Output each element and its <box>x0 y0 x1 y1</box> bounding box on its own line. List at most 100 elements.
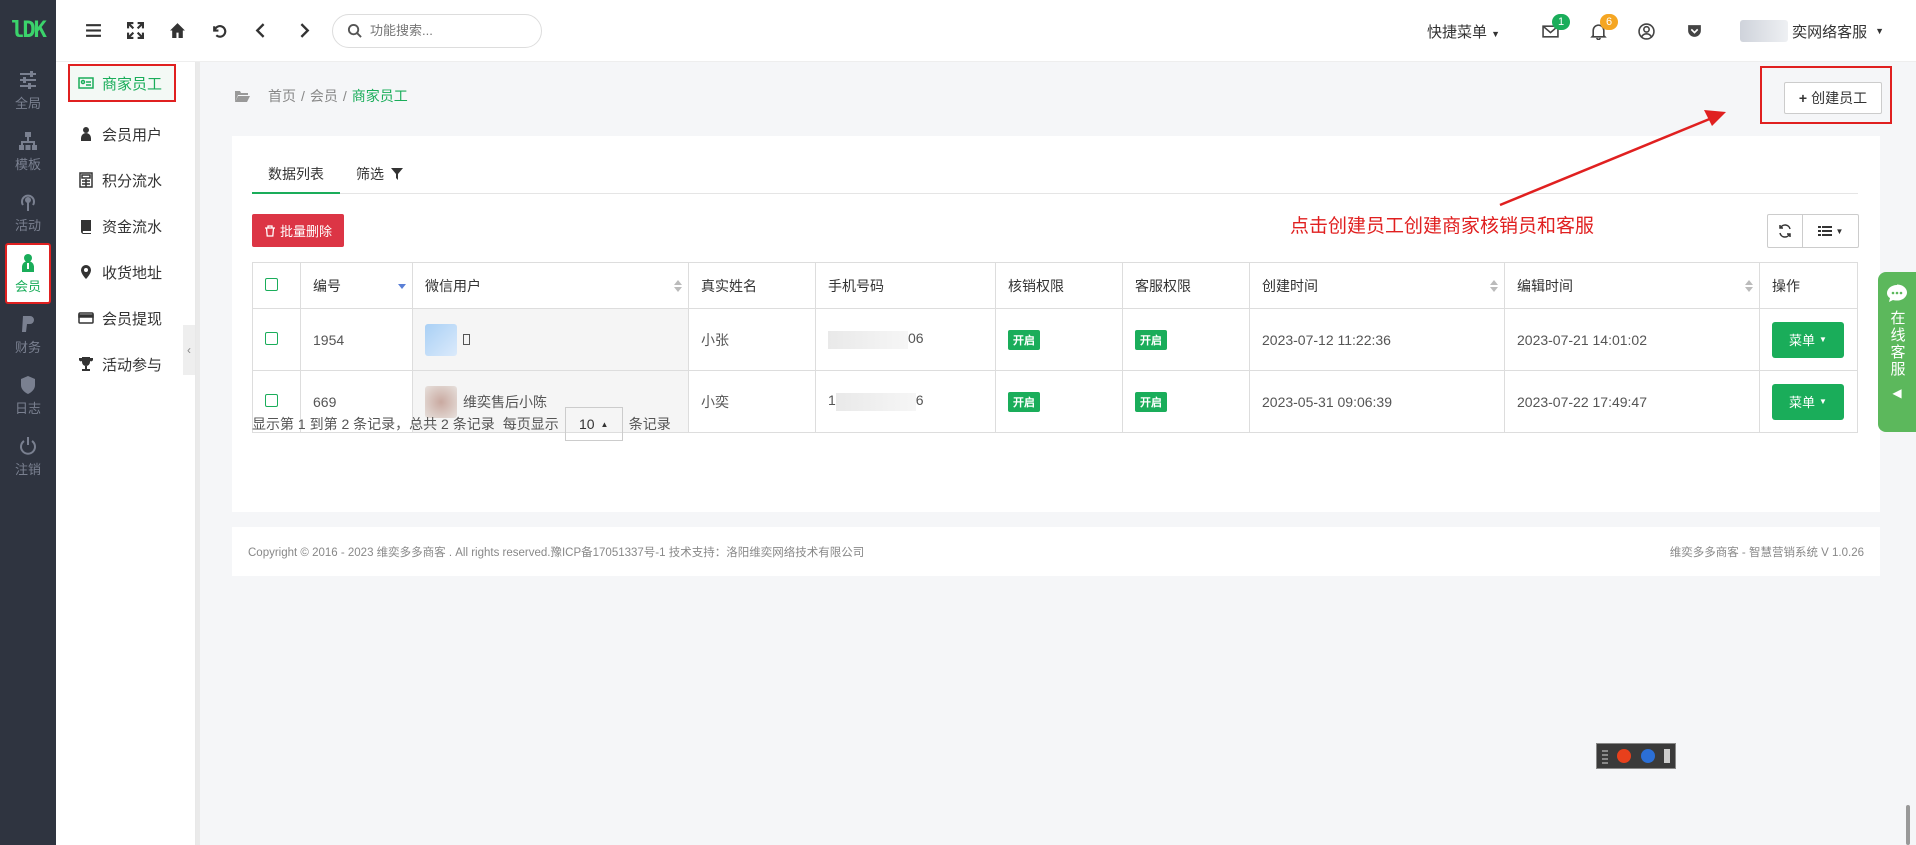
rail-item-global[interactable]: 全局 <box>0 60 56 121</box>
col-label: 手机号码 <box>828 277 884 294</box>
submenu-label: 商家员工 <box>102 75 163 93</box>
row-checkbox[interactable] <box>265 393 278 407</box>
submenu-item-activity-join[interactable]: 活动参与 <box>56 341 196 387</box>
pocket-button[interactable] <box>1670 10 1718 52</box>
rail-item-member[interactable]: 会员 <box>5 243 51 304</box>
submenu-item-fund-flow[interactable]: 资金流水 <box>56 203 196 249</box>
data-panel: 数据列表 筛选 批量删除 ▼ 编号 微信用户 真实姓名 手机号码 核销权限 客服… <box>232 136 1880 512</box>
ime-toolbar[interactable] <box>1596 743 1676 769</box>
notifications-button[interactable]: 6 <box>1574 10 1622 52</box>
annotation-text: 点击创建员工创建商家核销员和客服 <box>1290 216 1595 237</box>
online-service-tab[interactable]: 在线客服 ◀ <box>1878 272 1916 432</box>
breadcrumb-home[interactable]: 首页 <box>268 86 296 106</box>
row-menu-button[interactable]: 菜单 ▼ <box>1772 321 1844 358</box>
select-all-cell <box>252 262 301 309</box>
user-name: 奕网络客服 <box>1792 23 1868 41</box>
paypal-icon <box>22 315 34 332</box>
tab-filter[interactable]: 筛选 <box>340 154 419 194</box>
sort-desc-icon <box>398 284 406 289</box>
menu-toggle-button[interactable] <box>72 10 114 52</box>
submenu-item-withdraw[interactable]: 会员提现 <box>56 295 196 341</box>
tab-data-list[interactable]: 数据列表 <box>252 154 340 194</box>
create-staff-button[interactable]: + 创建员工 <box>1784 82 1882 114</box>
refresh-page-button[interactable] <box>198 10 240 52</box>
messages-button[interactable]: 1 <box>1526 10 1574 52</box>
expand-icon <box>126 22 144 39</box>
col-edited[interactable]: 编辑时间 <box>1504 262 1760 309</box>
cell-wechat <box>412 308 689 371</box>
fullscreen-button[interactable] <box>114 10 156 52</box>
missing-glyph-icon <box>463 334 470 345</box>
user-menu-dropdown[interactable]: 奕网络客服 ▼ <box>1740 20 1884 42</box>
sliders-icon <box>20 70 36 89</box>
breadcrumb-member[interactable]: 会员 <box>310 86 338 106</box>
col-label: 真实姓名 <box>701 277 757 294</box>
phone-head: 1 <box>828 392 836 409</box>
logo-text: lDK <box>11 17 47 43</box>
submenu-label: 收货地址 <box>102 264 163 282</box>
row-menu-button[interactable]: 菜单 ▼ <box>1772 383 1844 420</box>
rail-item-finance[interactable]: 财务 <box>0 304 56 365</box>
profile-button[interactable] <box>1622 10 1670 52</box>
cell-edited: 2023-07-22 17:49:47 <box>1504 370 1760 433</box>
col-label: 创建时间 <box>1262 277 1318 294</box>
col-label: 核销权限 <box>1008 277 1064 294</box>
breadcrumb-separator: / <box>342 88 347 104</box>
search-input[interactable] <box>370 23 520 38</box>
rail-item-template[interactable]: 模板 <box>0 121 56 182</box>
function-search[interactable] <box>332 13 542 48</box>
footer-version: 维奕多多商客 - 智慧营销系统 V 1.0.26 <box>1669 546 1864 559</box>
back-button[interactable] <box>240 10 282 52</box>
refresh-table-button[interactable] <box>1768 215 1802 247</box>
caret-left-icon: ◀ <box>1892 386 1902 400</box>
page-scrollbar[interactable] <box>1906 805 1910 845</box>
caret-down-icon: ▼ <box>1875 26 1884 36</box>
table-toolbar: ▼ <box>1767 214 1859 248</box>
rail-item-logout[interactable]: 注销 <box>0 426 56 487</box>
columns-toggle-button[interactable]: ▼ <box>1802 215 1858 247</box>
cell-phone: 06 <box>815 308 996 371</box>
chevron-left-icon <box>255 23 264 38</box>
sogou-icon <box>1617 749 1632 763</box>
status-badge: 开启 <box>1008 391 1040 412</box>
submenu-item-points-flow[interactable]: 积分流水 <box>56 157 196 203</box>
cell-actions: 菜单 ▼ <box>1759 370 1858 433</box>
grip-icon <box>1601 748 1608 764</box>
col-label: 编辑时间 <box>1517 277 1573 294</box>
panel-tabs: 数据列表 筛选 <box>252 154 1858 194</box>
cell-real-name: 小张 <box>688 308 816 371</box>
select-all-checkbox[interactable] <box>265 277 278 291</box>
home-button[interactable] <box>156 10 198 52</box>
broadcast-icon <box>21 194 35 211</box>
create-staff-label: 创建员工 <box>1811 90 1868 106</box>
credit-card-icon <box>78 312 94 324</box>
col-verify-perm: 核销权限 <box>995 262 1123 309</box>
page-size-dropdown[interactable]: 10 ▲ <box>564 407 623 441</box>
book-icon <box>80 220 91 234</box>
home-icon <box>169 23 185 38</box>
col-wechat[interactable]: 微信用户 <box>412 262 689 309</box>
submenu-collapse-toggle[interactable]: ‹ <box>183 325 195 375</box>
phone-tail: 06 <box>908 330 924 347</box>
col-id[interactable]: 编号 <box>300 262 413 309</box>
col-real-name: 真实姓名 <box>688 262 816 309</box>
quick-menu-dropdown[interactable]: 快捷菜单 ▼ <box>1427 21 1500 42</box>
col-label: 微信用户 <box>425 277 481 294</box>
cell-real-name: 小奕 <box>688 370 816 433</box>
submenu-item-member-user[interactable]: 会员用户 <box>56 111 196 157</box>
row-checkbox[interactable] <box>265 331 278 345</box>
per-page-label: 每页显示 <box>502 416 559 432</box>
settings-icon <box>1664 749 1671 763</box>
col-service-perm: 客服权限 <box>1122 262 1250 309</box>
cell-phone: 16 <box>815 370 996 433</box>
submenu-item-merchant-staff[interactable]: 商家员工 <box>68 64 176 102</box>
rail-item-log[interactable]: 日志 <box>0 365 56 426</box>
online-service-label: 在线客服 <box>1888 310 1906 378</box>
col-created[interactable]: 创建时间 <box>1249 262 1505 309</box>
batch-delete-button[interactable]: 批量删除 <box>252 214 345 247</box>
forward-button[interactable] <box>282 10 324 52</box>
submenu-item-address[interactable]: 收货地址 <box>56 249 196 295</box>
rail-item-activity[interactable]: 活动 <box>0 182 56 243</box>
app-logo[interactable]: lDK <box>0 0 56 60</box>
chevron-right-icon <box>300 23 309 38</box>
